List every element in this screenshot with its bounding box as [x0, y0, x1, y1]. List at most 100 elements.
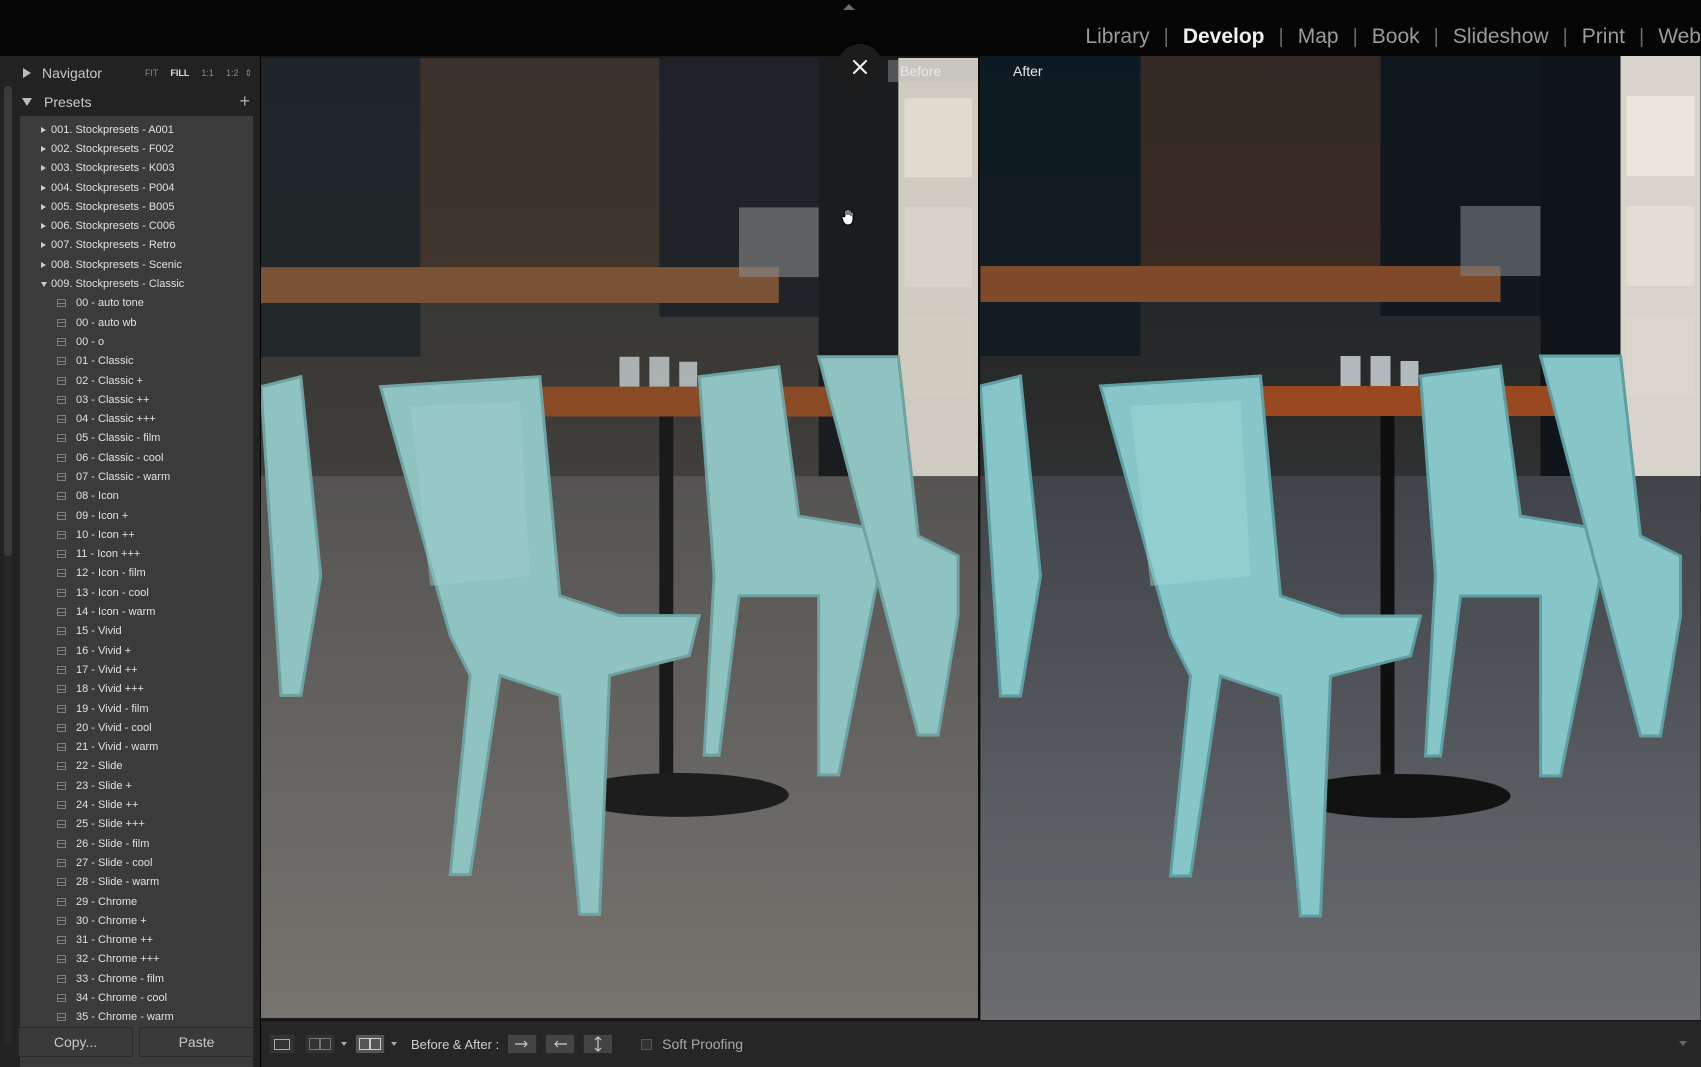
soft-proofing-checkbox[interactable]	[641, 1038, 653, 1050]
copy-after-to-before-button[interactable]	[545, 1034, 576, 1054]
preset-item[interactable]: 35 - Chrome - warm	[20, 1008, 253, 1027]
preset-folder[interactable]: 008. Stockpresets - Scenic	[20, 255, 253, 274]
preset-item[interactable]: 19 - Vivid - film	[20, 699, 253, 718]
preset-item-label: 02 - Classic +	[76, 374, 143, 387]
preset-folder[interactable]: 002. Stockpresets - F002	[20, 139, 253, 158]
before-after-yy-button[interactable]	[355, 1034, 385, 1054]
copy-before-to-after-button[interactable]	[507, 1034, 538, 1054]
loupe-view-button[interactable]	[269, 1034, 295, 1054]
folder-expand-triangle-icon[interactable]	[41, 203, 46, 210]
preset-item[interactable]: 09 - Icon +	[20, 506, 253, 525]
navigator-zoom-options: FIT FILL 1:1 1:2 ⇕	[145, 60, 252, 86]
preset-folder[interactable]: 005. Stockpresets - B005	[20, 197, 253, 216]
zoom-option-1-1[interactable]: 1:1	[201, 68, 214, 78]
preset-icon	[57, 820, 66, 829]
module-develop[interactable]: Develop	[1169, 25, 1279, 49]
preset-item[interactable]: 23 - Slide +	[20, 776, 253, 795]
preset-item[interactable]: 20 - Vivid - cool	[20, 718, 253, 737]
preset-item[interactable]: 04 - Classic +++	[20, 409, 253, 428]
module-map[interactable]: Map	[1284, 25, 1353, 49]
yy-dropdown-caret-icon[interactable]	[391, 1042, 397, 1046]
after-photo[interactable]	[980, 56, 1701, 1020]
paste-button[interactable]: Paste	[139, 1027, 254, 1057]
preset-item[interactable]: 25 - Slide +++	[20, 815, 253, 834]
preset-item[interactable]: 00 - auto tone	[20, 294, 253, 313]
preset-item[interactable]: 24 - Slide ++	[20, 795, 253, 814]
preset-item[interactable]: 13 - Icon - cool	[20, 583, 253, 602]
zoom-stepper-icon[interactable]: ⇕	[244, 68, 252, 79]
preset-item[interactable]: 32 - Chrome +++	[20, 950, 253, 969]
preset-item[interactable]: 12 - Icon - film	[20, 564, 253, 583]
preset-item[interactable]: 01 - Classic	[20, 352, 253, 371]
preset-item[interactable]: 08 - Icon	[20, 487, 253, 506]
left-panel-scrollbar[interactable]	[4, 86, 12, 556]
preset-item[interactable]: 31 - Chrome ++	[20, 930, 253, 949]
preset-item[interactable]: 30 - Chrome +	[20, 911, 253, 930]
preset-item[interactable]: 33 - Chrome - film	[20, 969, 253, 988]
preset-item[interactable]: 34 - Chrome - cool	[20, 988, 253, 1007]
preset-item[interactable]: 05 - Classic - film	[20, 429, 253, 448]
folder-expand-triangle-icon[interactable]	[41, 261, 46, 268]
module-library[interactable]: Library	[1071, 25, 1163, 49]
folder-expand-triangle-icon[interactable]	[41, 145, 46, 152]
preset-item[interactable]: 11 - Icon +++	[20, 545, 253, 564]
presets-header[interactable]: Presets +	[18, 89, 256, 115]
module-print[interactable]: Print	[1568, 25, 1639, 49]
preset-folder-open[interactable]: 009. Stockpresets - Classic	[20, 274, 253, 293]
preset-folder[interactable]: 007. Stockpresets - Retro	[20, 236, 253, 255]
preset-item[interactable]: 00 - o	[20, 332, 253, 351]
preset-item[interactable]: 17 - Vivid ++	[20, 660, 253, 679]
toolbar-options-caret-icon[interactable]	[1679, 1041, 1687, 1046]
preset-item[interactable]: 28 - Slide - warm	[20, 873, 253, 892]
preset-item[interactable]: 06 - Classic - cool	[20, 448, 253, 467]
preset-item[interactable]: 16 - Vivid +	[20, 641, 253, 660]
preset-folder[interactable]: 003. Stockpresets - K003	[20, 159, 253, 178]
preset-item[interactable]: 21 - Vivid - warm	[20, 738, 253, 757]
preset-folder[interactable]: 001. Stockpresets - A001	[20, 120, 253, 139]
preset-item[interactable]: 26 - Slide - film	[20, 834, 253, 853]
zoom-option-fit[interactable]: FIT	[145, 68, 159, 78]
preset-icon	[57, 897, 66, 906]
folder-expand-triangle-icon[interactable]	[41, 126, 46, 133]
folder-collapse-triangle-icon[interactable]	[41, 281, 47, 287]
preset-folder-label: 002. Stockpresets - F002	[51, 142, 174, 155]
view-dropdown-caret-icon[interactable]	[341, 1042, 347, 1046]
module-slideshow[interactable]: Slideshow	[1439, 25, 1563, 49]
folder-expand-triangle-icon[interactable]	[41, 242, 46, 249]
preset-icon	[57, 685, 66, 694]
copy-button[interactable]: Copy...	[18, 1027, 133, 1057]
preset-item[interactable]: 07 - Classic - warm	[20, 467, 253, 486]
before-photo[interactable]	[261, 56, 978, 1020]
close-button[interactable]	[837, 44, 883, 90]
preset-item[interactable]: 22 - Slide	[20, 757, 253, 776]
before-after-left-right-button[interactable]	[305, 1034, 335, 1054]
preset-item[interactable]: 15 - Vivid	[20, 622, 253, 641]
preset-folder[interactable]: 004. Stockpresets - P004	[20, 178, 253, 197]
preset-icon	[57, 762, 66, 771]
image-view[interactable]: Before After	[261, 56, 1701, 1020]
add-preset-icon[interactable]: +	[239, 91, 250, 112]
swap-before-after-button[interactable]	[583, 1034, 614, 1054]
preset-item-label: 21 - Vivid - warm	[76, 741, 159, 754]
preset-item[interactable]: 29 - Chrome	[20, 892, 253, 911]
module-book[interactable]: Book	[1358, 25, 1434, 49]
preset-item[interactable]: 14 - Icon - warm	[20, 602, 253, 621]
preset-item[interactable]: 02 - Classic +	[20, 371, 253, 390]
navigator-header[interactable]: Navigator FIT FILL 1:1 1:2 ⇕	[18, 60, 256, 86]
preset-item[interactable]: 03 - Classic ++	[20, 390, 253, 409]
folder-expand-triangle-icon[interactable]	[41, 223, 46, 230]
module-web[interactable]: Web	[1644, 25, 1701, 49]
panel-toggle-arrow-icon[interactable]	[843, 4, 855, 10]
folder-expand-triangle-icon[interactable]	[41, 165, 46, 172]
zoom-option-1-2[interactable]: 1:2	[226, 68, 239, 78]
develop-toolbar: Before & After : Soft Proofing	[261, 1020, 1701, 1067]
preset-item[interactable]: 27 - Slide - cool	[20, 853, 253, 872]
folder-expand-triangle-icon[interactable]	[41, 184, 46, 191]
preset-item[interactable]: 10 - Icon ++	[20, 525, 253, 544]
preset-item[interactable]: 00 - auto wb	[20, 313, 253, 332]
collapse-triangle-icon	[22, 98, 32, 106]
zoom-option-fill[interactable]: FILL	[170, 68, 189, 78]
hand-cursor-icon	[841, 208, 857, 231]
preset-item[interactable]: 18 - Vivid +++	[20, 680, 253, 699]
preset-folder[interactable]: 006. Stockpresets - C006	[20, 216, 253, 235]
